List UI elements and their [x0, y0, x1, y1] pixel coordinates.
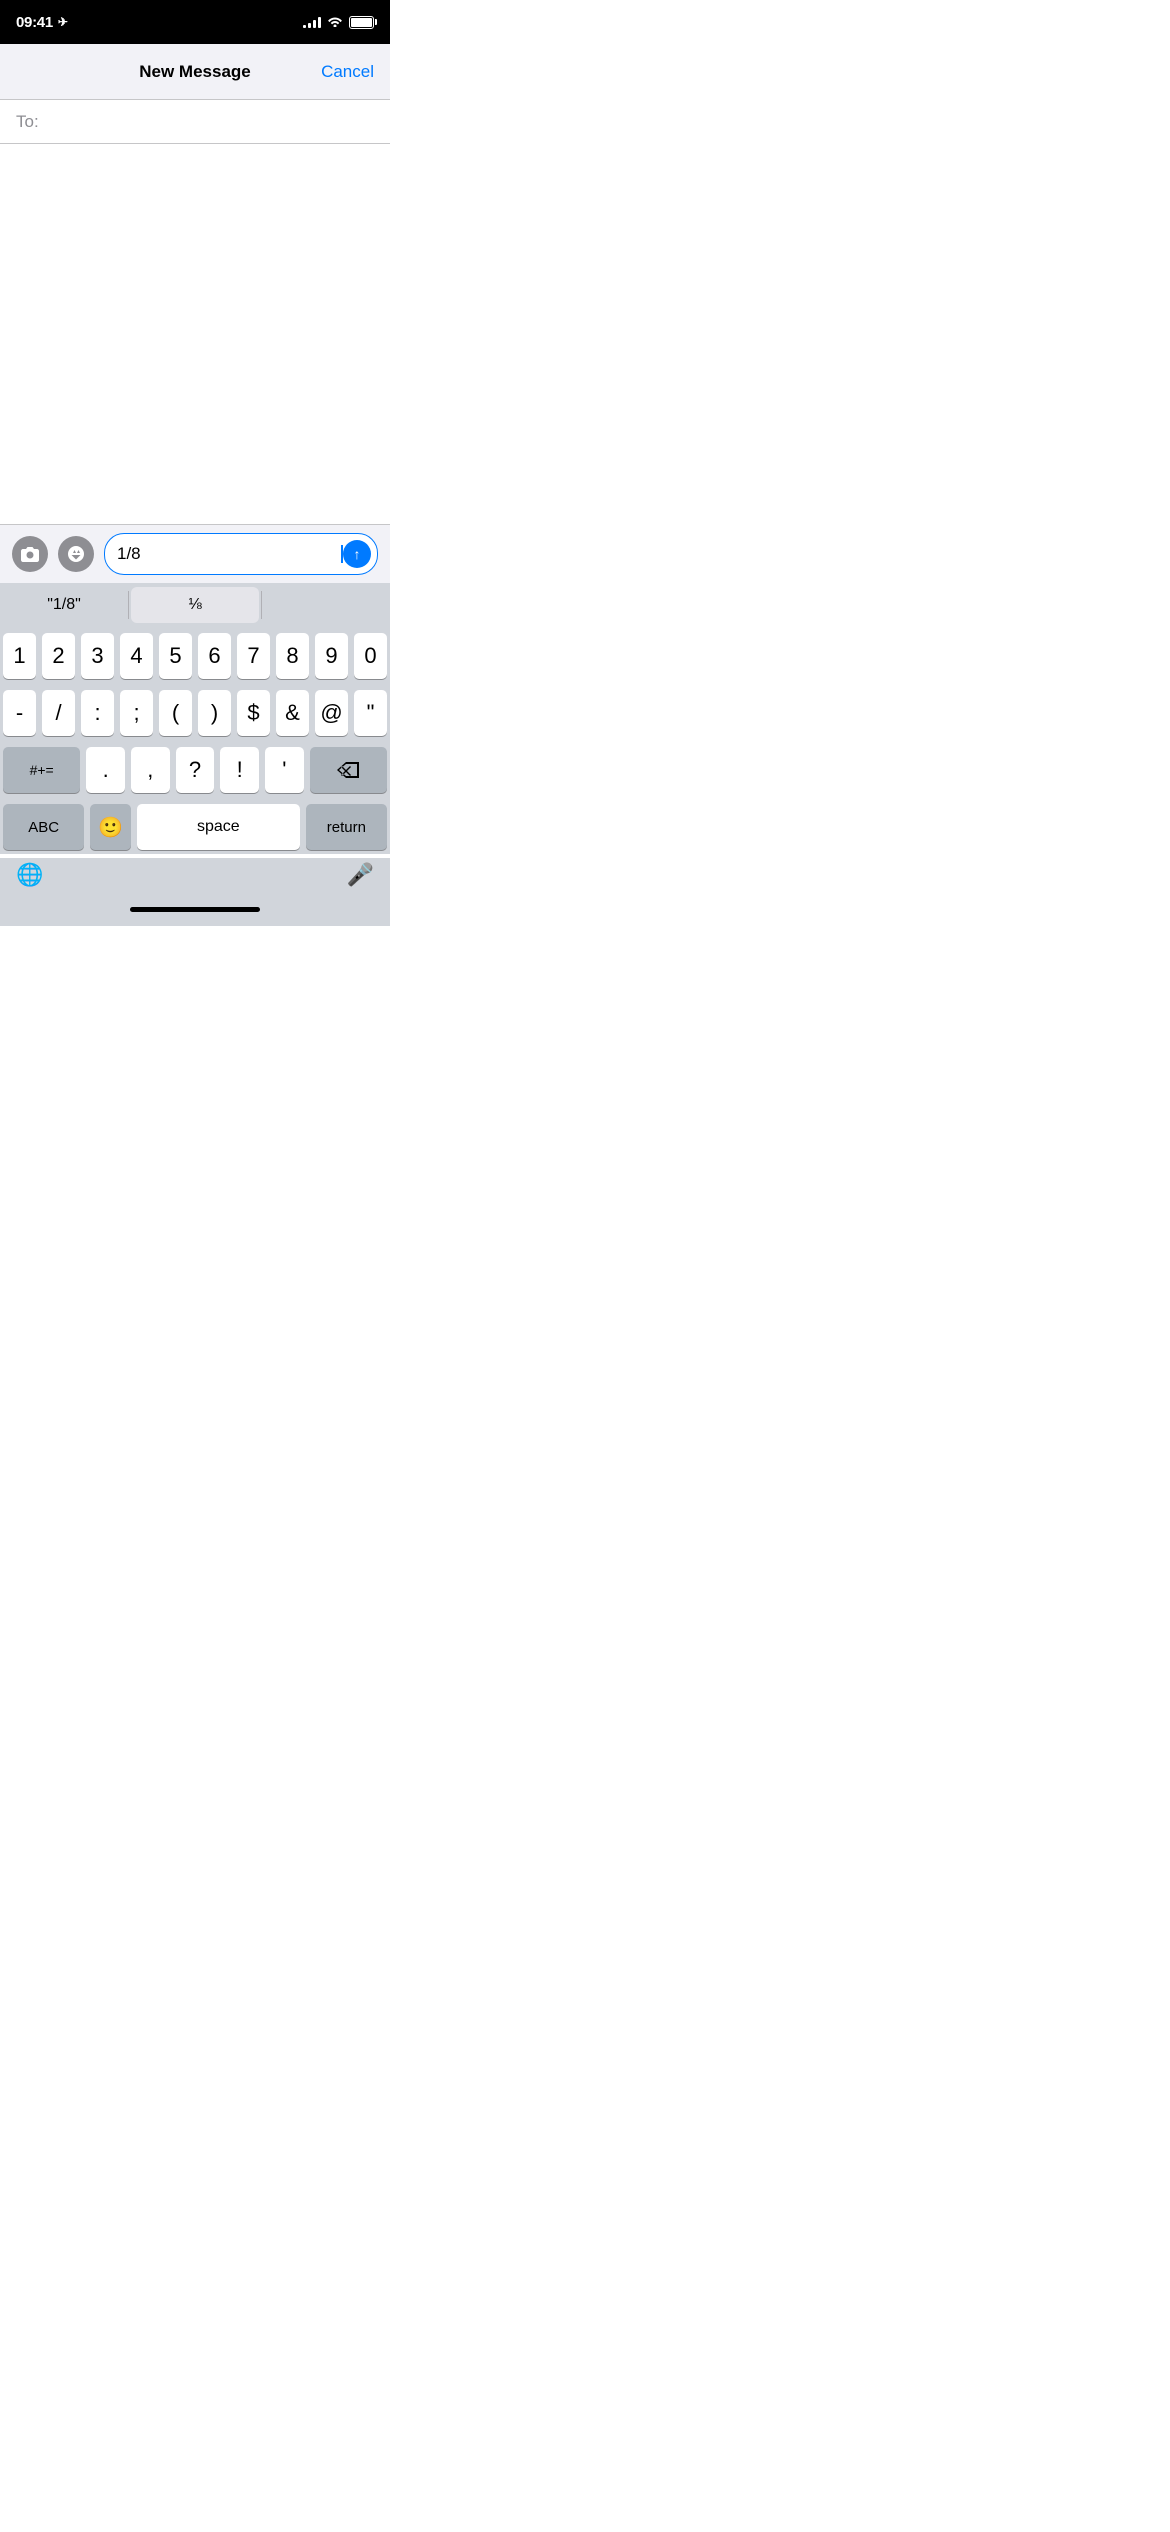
cancel-button[interactable]: Cancel [321, 62, 374, 82]
key-5[interactable]: 5 [159, 633, 192, 679]
page-title: New Message [139, 62, 251, 82]
key-comma-label: , [147, 757, 153, 783]
key-dash[interactable]: - [3, 690, 36, 736]
key-0[interactable]: 0 [354, 633, 387, 679]
status-right [303, 15, 374, 30]
key-1[interactable]: 1 [3, 633, 36, 679]
signal-bar-3 [313, 20, 316, 28]
status-time: 09:41 ✈ [16, 14, 68, 31]
key-6[interactable]: 6 [198, 633, 231, 679]
autocorrect-item-2[interactable]: ⅛ [131, 587, 259, 623]
key-quote[interactable]: " [354, 690, 387, 736]
signal-bar-1 [303, 25, 306, 28]
autocorrect-bar: "1/8" ⅛ [0, 583, 390, 627]
toolbar: 1/8 ↑ [0, 524, 390, 583]
keyboard-row-3: #+= . , ? ! ' [3, 747, 387, 793]
abc-button[interactable]: ABC [3, 804, 84, 850]
keyboard-bottom: 🌐 🎤 [0, 858, 390, 892]
key-apostrophe-label: ' [282, 757, 286, 783]
to-label: To: [16, 112, 39, 132]
globe-icon[interactable]: 🌐 [16, 862, 43, 888]
backspace-button[interactable] [310, 747, 387, 793]
message-input-text[interactable]: 1/8 [117, 544, 340, 564]
to-input[interactable] [43, 112, 374, 132]
send-arrow-icon: ↑ [354, 546, 361, 562]
to-field[interactable]: To: [0, 100, 390, 144]
key-exclamation-label: ! [237, 757, 243, 783]
status-bar: 09:41 ✈ [0, 0, 390, 44]
key-question[interactable]: ? [176, 747, 215, 793]
camera-button[interactable] [12, 536, 48, 572]
key-7[interactable]: 7 [237, 633, 270, 679]
key-semicolon[interactable]: ; [120, 690, 153, 736]
key-comma[interactable]: , [131, 747, 170, 793]
time-label: 09:41 [16, 14, 53, 31]
key-period[interactable]: . [86, 747, 125, 793]
message-input-container[interactable]: 1/8 ↑ [104, 533, 378, 575]
key-ampersand[interactable]: & [276, 690, 309, 736]
key-exclamation[interactable]: ! [220, 747, 259, 793]
emoji-icon: 🙂 [98, 815, 123, 840]
key-close-paren[interactable]: ) [198, 690, 231, 736]
autocorrect-label-1: "1/8" [47, 596, 81, 614]
appstore-button[interactable] [58, 536, 94, 572]
signal-bars [303, 16, 321, 28]
keyboard-row-numbers: 1 2 3 4 5 6 7 8 9 0 [3, 633, 387, 679]
signal-bar-2 [308, 23, 311, 28]
signal-bar-4 [318, 17, 321, 28]
key-open-paren[interactable]: ( [159, 690, 192, 736]
message-area[interactable] [0, 144, 390, 524]
home-bar [130, 907, 260, 912]
key-question-label: ? [189, 757, 201, 783]
nav-header: New Message Cancel [0, 44, 390, 100]
microphone-icon[interactable]: 🎤 [347, 862, 374, 888]
key-at[interactable]: @ [315, 690, 348, 736]
keyboard-row-symbols: - / : ; ( ) $ & @ " [3, 690, 387, 736]
key-8[interactable]: 8 [276, 633, 309, 679]
battery-fill [351, 18, 372, 27]
key-2[interactable]: 2 [42, 633, 75, 679]
autocorrect-item-1[interactable]: "1/8" [0, 583, 128, 627]
wifi-icon [327, 15, 343, 30]
key-colon[interactable]: : [81, 690, 114, 736]
home-indicator [0, 892, 390, 926]
key-period-label: . [103, 757, 109, 783]
autocorrect-item-3[interactable] [262, 583, 390, 627]
battery-icon [349, 16, 374, 29]
key-4[interactable]: 4 [120, 633, 153, 679]
space-button[interactable]: space [137, 804, 300, 850]
location-icon: ✈ [58, 15, 68, 29]
keyboard-row-4: ABC 🙂 space return [3, 804, 387, 850]
key-dollar[interactable]: $ [237, 690, 270, 736]
key-apostrophe[interactable]: ' [265, 747, 304, 793]
autocorrect-divider-1 [128, 591, 129, 619]
key-3[interactable]: 3 [81, 633, 114, 679]
key-slash[interactable]: / [42, 690, 75, 736]
key-9[interactable]: 9 [315, 633, 348, 679]
keyboard: 1 2 3 4 5 6 7 8 9 0 - / : ; ( ) $ & @ " … [0, 627, 390, 854]
emoji-button[interactable]: 🙂 [90, 804, 131, 850]
autocorrect-label-2: ⅛ [188, 596, 201, 614]
send-button[interactable]: ↑ [343, 540, 371, 568]
key-hash[interactable]: #+= [3, 747, 80, 793]
return-button[interactable]: return [306, 804, 387, 850]
